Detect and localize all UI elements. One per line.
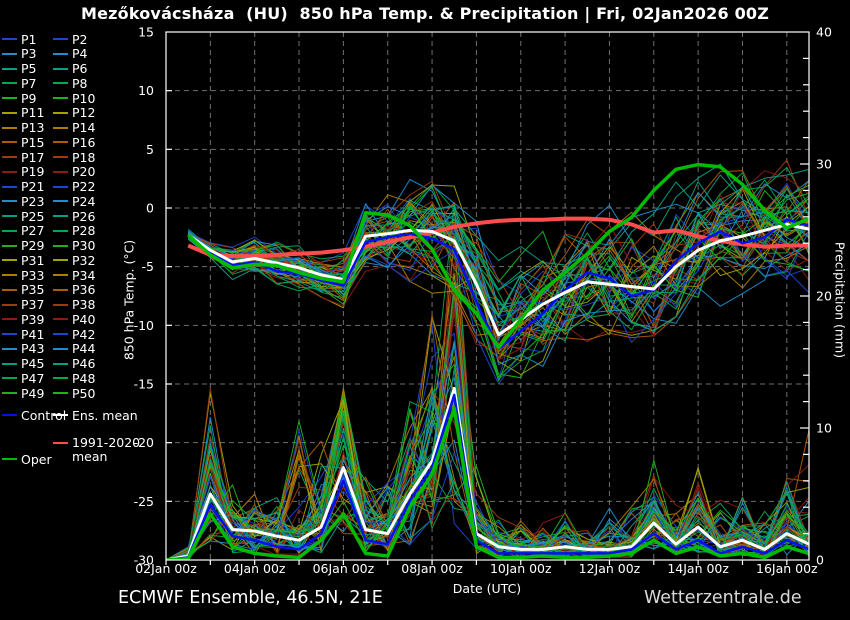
temp-tick--20: -20 bbox=[134, 435, 154, 450]
date-tick-06jan-00z: 06Jan 00z bbox=[313, 561, 375, 576]
model-info: ECMWF Ensemble, 46.5N, 21E bbox=[118, 588, 383, 608]
temp-tick-0: 0 bbox=[146, 201, 154, 216]
date-tick-10jan-00z: 10Jan 00z bbox=[490, 561, 552, 576]
temp-tick-10: 10 bbox=[138, 83, 154, 98]
precip-tick-labels: 403020100 bbox=[816, 25, 832, 568]
temp-tick-5: 5 bbox=[146, 142, 154, 157]
x-axis-title: Date (UTC) bbox=[437, 581, 537, 596]
temp-tick--10: -10 bbox=[134, 318, 154, 333]
temp-tick-15: 15 bbox=[138, 25, 154, 40]
date-tick-08jan-00z: 08Jan 00z bbox=[401, 561, 463, 576]
site-credit: Wetterzentrale.de bbox=[644, 588, 802, 608]
temp-tick--5: -5 bbox=[142, 259, 154, 274]
temp-axis-title: 850 hPa Temp. (°C) bbox=[122, 240, 137, 360]
temp-tick--25: -25 bbox=[134, 494, 154, 509]
date-tick-04jan-00z: 04Jan 00z bbox=[224, 561, 286, 576]
date-tick-16jan-00z: 16Jan 00z bbox=[756, 561, 818, 576]
date-tick-14jan-00z: 14Jan 00z bbox=[667, 561, 729, 576]
date-tick-12jan-00z: 12Jan 00z bbox=[579, 561, 641, 576]
precip-tick-40: 40 bbox=[816, 25, 832, 40]
precip-axis-title: Precipitation (mm) bbox=[833, 242, 848, 358]
precip-tick-20: 20 bbox=[816, 289, 832, 304]
precip-tick-10: 10 bbox=[816, 421, 832, 436]
date-tick-02jan-00z: 02Jan 00z bbox=[135, 561, 197, 576]
ensemble-meteogram: Mezőkovácsháza (HU) 850 hPa Temp. & Prec… bbox=[0, 0, 850, 620]
precip-tick-30: 30 bbox=[816, 157, 832, 172]
temp-tick--15: -15 bbox=[134, 377, 154, 392]
temp-tick-labels: 151050-5-10-15-20-25-30 bbox=[134, 25, 154, 568]
